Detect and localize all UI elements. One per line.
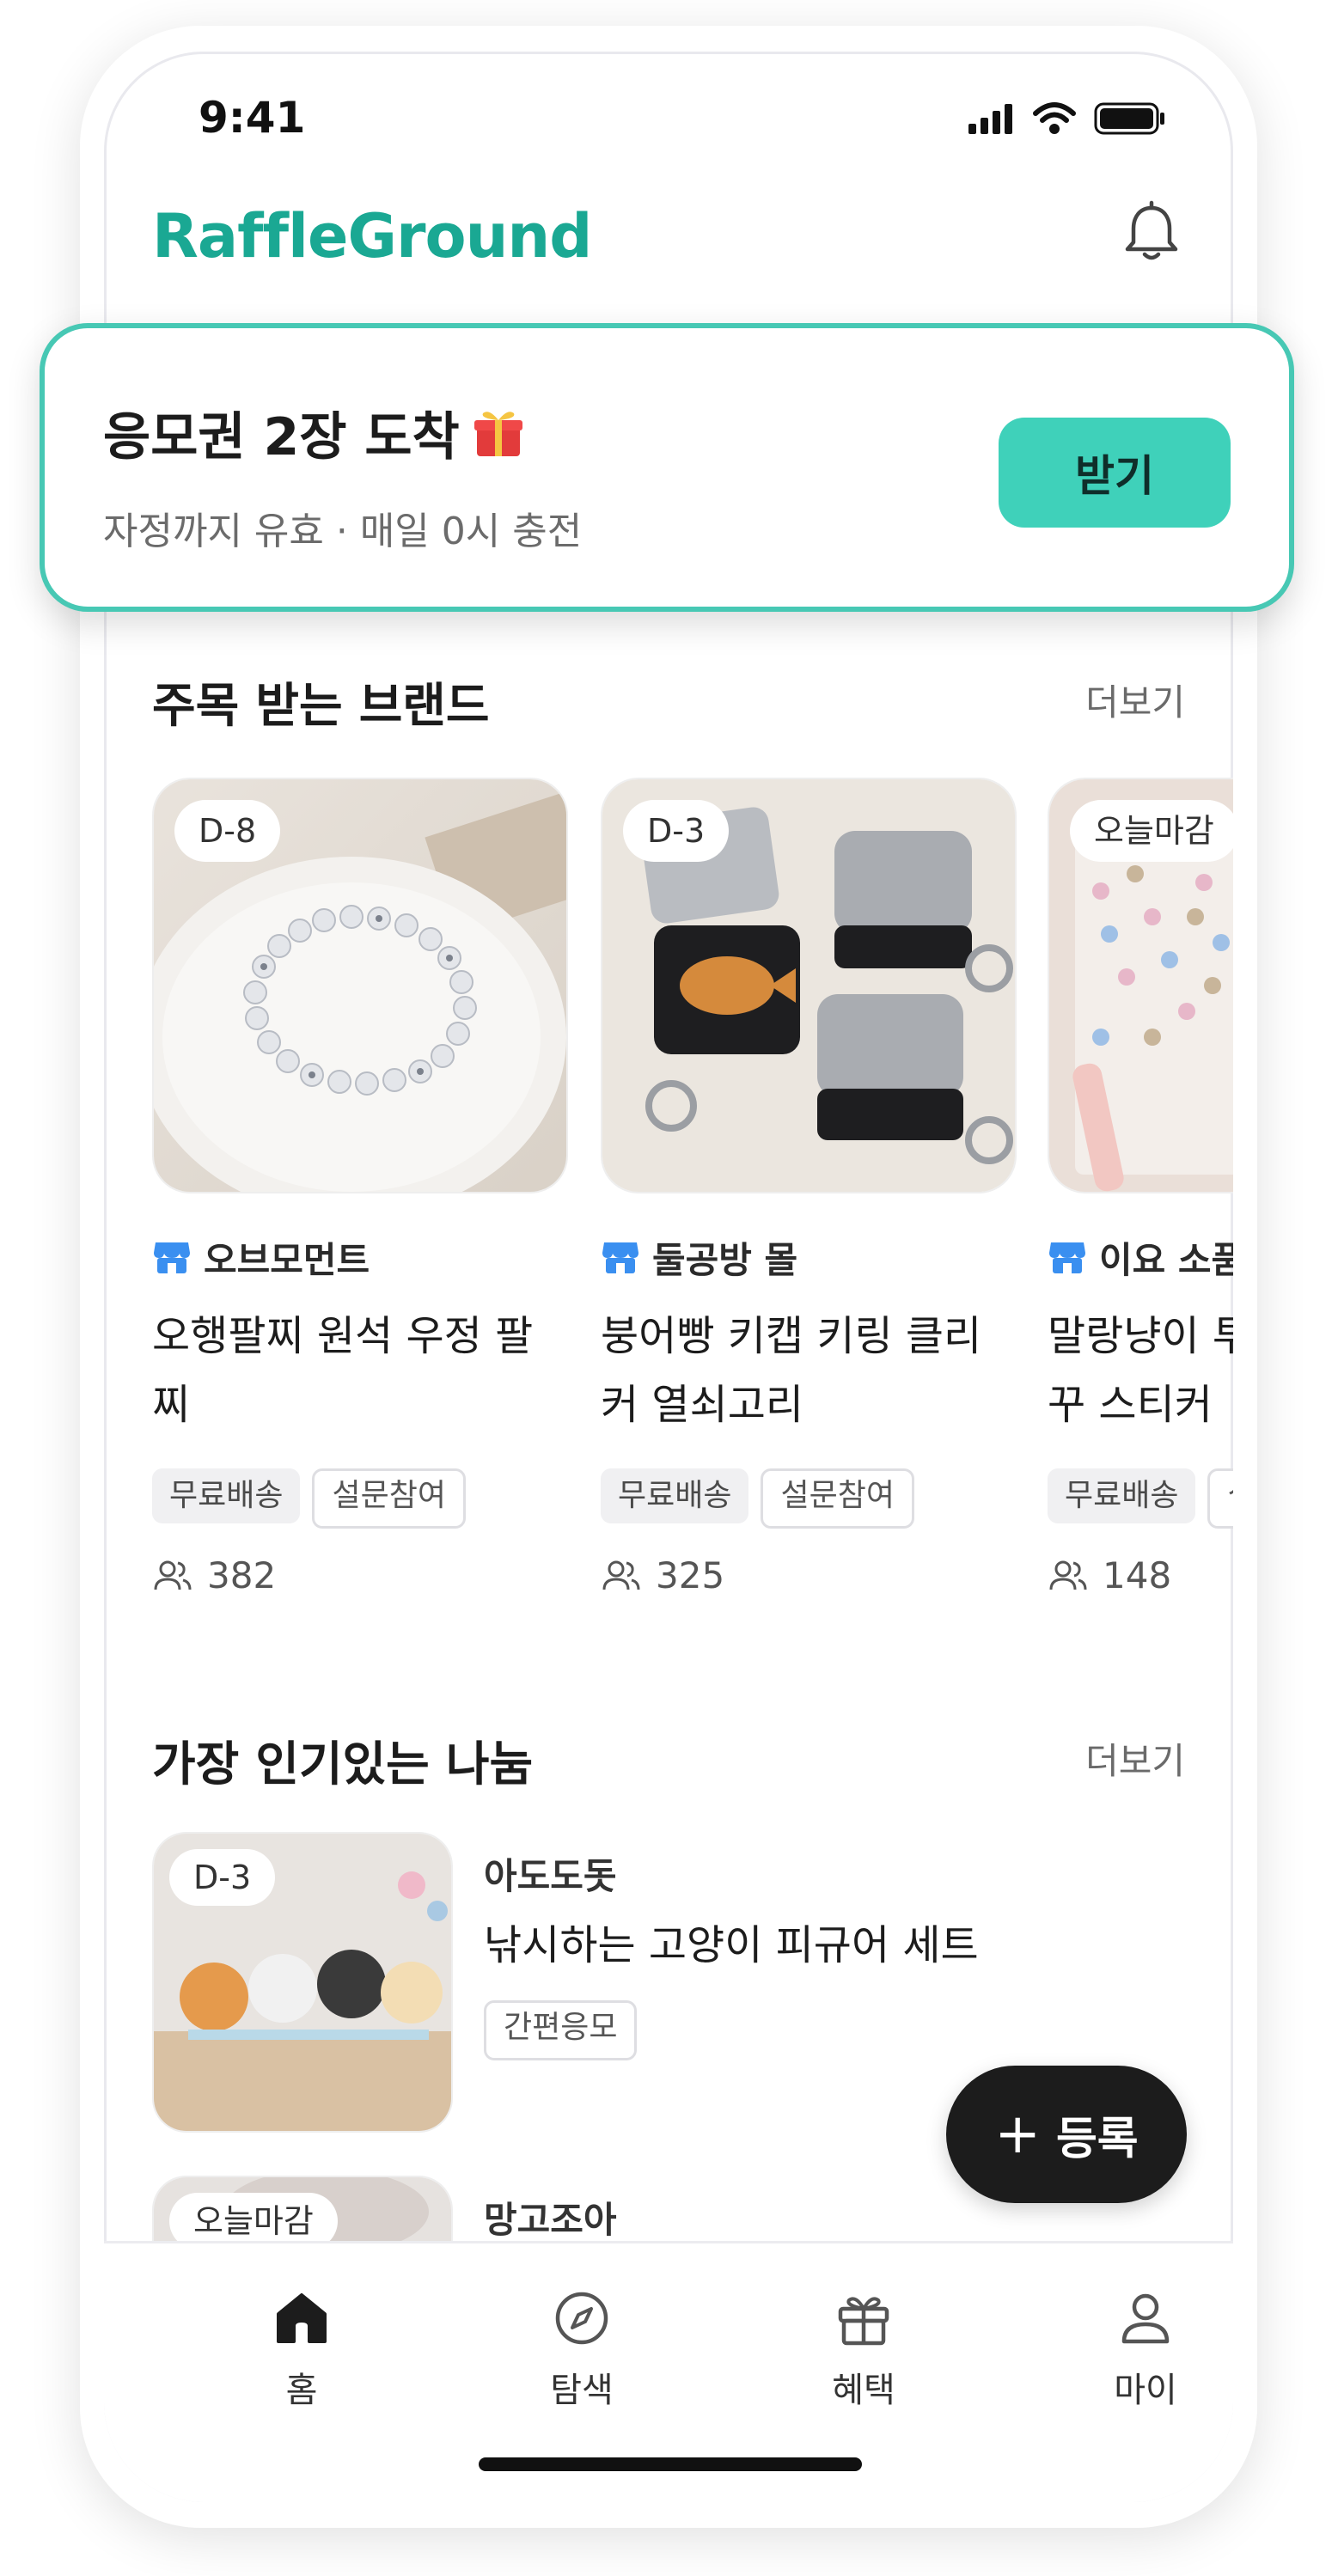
status-icons: [967, 101, 1166, 136]
product-title[interactable]: 낚시하는 고양이 피규어 세트: [484, 1911, 979, 1971]
popular-more-link[interactable]: 더보기: [1085, 1732, 1185, 1785]
brand-card[interactable]: D-3 둘공방 몰 붕어빵 키캡 키링 클리커 열쇠고리 무료배송 설문참여 3…: [601, 778, 1017, 1596]
tab-label: 홈: [285, 2371, 318, 2410]
deadline-badge: D-3: [623, 800, 730, 862]
tag-free-shipping: 무료배송: [601, 1468, 749, 1523]
product-image-keyring[interactable]: D-3: [601, 778, 1017, 1193]
tab-label: 마이: [1114, 2371, 1177, 2410]
tab-benefits[interactable]: 혜택: [795, 2286, 932, 2412]
tag-free-shipping: 무료배송: [1048, 1468, 1196, 1523]
deadline-badge: D-3: [169, 1849, 276, 1906]
notice-title: 응모권 2장 도착: [103, 395, 525, 470]
people-icon: [1049, 1560, 1087, 1590]
compass-icon: [555, 2292, 608, 2345]
wifi-icon: [1033, 102, 1076, 134]
app-logo[interactable]: RaffleGround: [152, 201, 592, 272]
participant-count: 382: [207, 1554, 277, 1596]
brand-name[interactable]: 오브모먼트: [204, 1231, 370, 1284]
people-icon: [602, 1560, 640, 1590]
tab-label: 탐색: [550, 2371, 614, 2410]
participant-count: 325: [656, 1554, 725, 1596]
brand-name[interactable]: 둘공방 몰: [652, 1231, 797, 1284]
ticket-notice-card: 응모권 2장 도착 자정까지 유효 · 매일 0시 충전 받기: [40, 323, 1294, 612]
deadline-badge: D-8: [174, 800, 281, 862]
store-icon: [1049, 1242, 1085, 1273]
product-image-cat-figure[interactable]: D-3: [152, 1832, 453, 2133]
store-icon: [602, 1242, 638, 1273]
status-time: 9:41: [199, 93, 306, 143]
bell-icon[interactable]: [1118, 199, 1185, 266]
user-icon: [1121, 2293, 1170, 2344]
notice-subtitle: 자정까지 유효 · 매일 0시 충전: [103, 510, 583, 553]
tag-free-shipping: 무료배송: [152, 1468, 301, 1523]
brand-name[interactable]: 아도도돗: [484, 1847, 617, 1900]
product-title[interactable]: 말랑냥이 투명 폰꾸 다꾸 스티커: [1048, 1302, 1233, 1439]
popular-section-title: 가장 인기있는 나눔: [152, 1737, 534, 1792]
participant-count: 148: [1103, 1554, 1172, 1596]
store-icon: [154, 1242, 190, 1273]
brands-more-link[interactable]: 더보기: [1085, 674, 1185, 726]
brand-card[interactable]: D-8 오브모먼트 오행팔찌 원석 우정 팔찌 무료배송 설문참여 382: [152, 778, 568, 1596]
product-image-bracelet[interactable]: D-8: [152, 778, 568, 1193]
brand-name[interactable]: 망고조아: [484, 2191, 617, 2243]
home-indicator: [479, 2457, 862, 2471]
product-title[interactable]: 붕어빵 키캡 키링 클리커 열쇠고리: [601, 1302, 1013, 1439]
register-fab-label: 등록: [1055, 2113, 1139, 2165]
register-fab-button[interactable]: + 등록: [946, 2066, 1187, 2203]
product-image-sticker[interactable]: 오늘마감: [1048, 778, 1233, 1193]
brand-card[interactable]: 오늘마감 이요 소품 말랑냥이 투명 폰꾸 다꾸 스티커 무료배송 설문참여 1…: [1048, 778, 1233, 1596]
deadline-badge: 오늘마감: [1070, 800, 1233, 862]
tag-survey: 설문참여: [312, 1468, 466, 1529]
brand-name[interactable]: 이요 소품: [1099, 1231, 1233, 1284]
cellular-signal-icon: [968, 104, 1012, 134]
plus-icon: +: [994, 2103, 1041, 2166]
brands-section-title: 주목 받는 브랜드: [152, 678, 490, 733]
battery-icon: [1094, 102, 1164, 135]
home-icon: [277, 2293, 327, 2343]
tag-survey: 설문참여: [1207, 1468, 1233, 1529]
tab-my[interactable]: 마이: [1077, 2286, 1214, 2412]
claim-button[interactable]: 받기: [999, 418, 1231, 528]
tag-survey: 설문참여: [761, 1468, 914, 1529]
tag-easy-apply: 간편응모: [484, 2000, 638, 2060]
people-icon: [154, 1560, 192, 1590]
tab-explore[interactable]: 탐색: [513, 2286, 651, 2412]
notice-title-text: 응모권 2장 도착: [103, 407, 460, 467]
gift-icon: [838, 2297, 889, 2346]
tab-label: 혜택: [832, 2371, 895, 2410]
product-title[interactable]: 오행팔찌 원석 우정 팔찌: [152, 1302, 565, 1439]
tab-home[interactable]: 홈: [233, 2286, 370, 2412]
gift-icon: [473, 411, 522, 456]
